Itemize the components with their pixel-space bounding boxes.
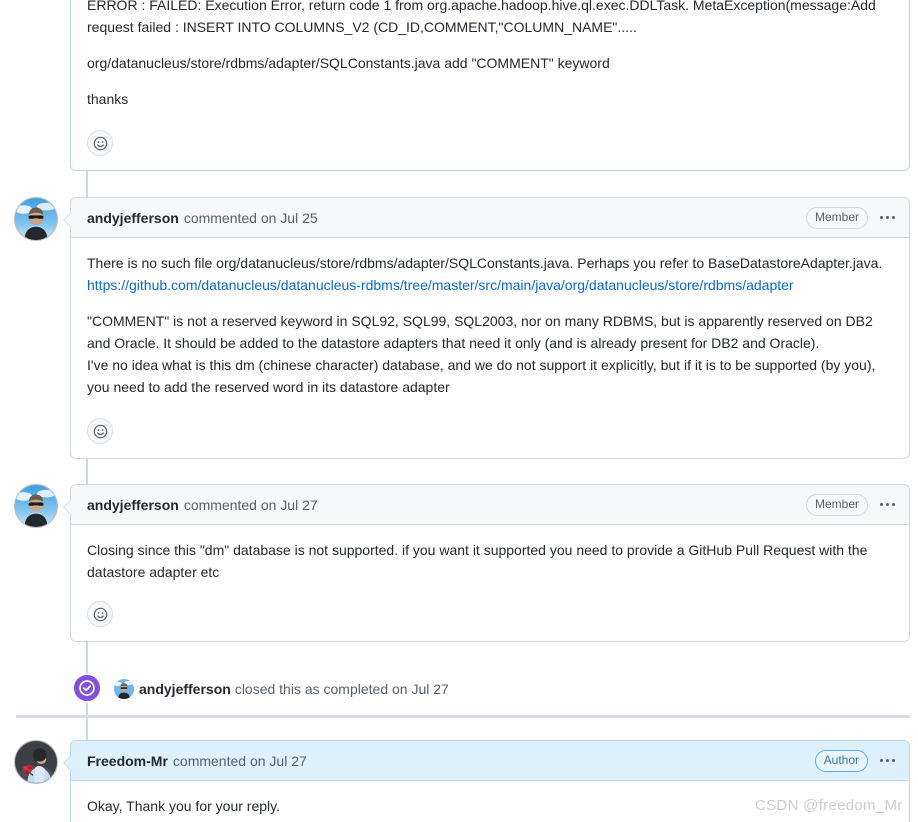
kebab-dot xyxy=(892,759,895,762)
comment-andyjefferson-jul25: andyjefferson commented on Jul 25 Member… xyxy=(14,197,910,459)
more-options-button[interactable] xyxy=(878,214,897,221)
kebab-dot xyxy=(886,503,889,506)
avatar-andyjefferson-icon xyxy=(15,198,57,240)
timeline-rail-4 xyxy=(86,702,88,740)
kebab-dot xyxy=(892,503,895,506)
comment-box: andyjefferson commented on Jul 27 Member… xyxy=(63,484,910,642)
role-badge: Member xyxy=(805,493,868,516)
comment-paragraph: "COMMENT" is not a reserved keyword in S… xyxy=(87,313,873,351)
comment-truncated-top: ERROR : FAILED: Execution Error, return … xyxy=(70,0,910,171)
comment-body: ERROR : FAILED: Execution Error, return … xyxy=(71,0,909,110)
comment-author[interactable]: andyjefferson xyxy=(87,497,179,513)
comment-author[interactable]: andyjefferson xyxy=(87,210,179,226)
comment-header: andyjefferson commented on Jul 27 Member xyxy=(71,485,909,525)
comment-paragraph: I've no idea what is this dm (chinese ch… xyxy=(87,357,876,395)
avatar-andyjefferson-icon xyxy=(15,485,57,527)
external-link[interactable]: https://github.com/datanucleus/datanucle… xyxy=(87,277,794,293)
smiley-icon xyxy=(93,424,107,438)
comment-paragraph-text: There is no such file org/datanucleus/st… xyxy=(87,255,883,271)
issue-closed-completed-icon xyxy=(79,680,95,696)
comment-paragraph: https://github.com/datanucleus/datanucle… xyxy=(87,274,893,296)
more-options-button[interactable] xyxy=(878,501,897,508)
timeline-rail-3 xyxy=(86,637,88,673)
comment-box: andyjefferson commented on Jul 25 Member… xyxy=(63,197,910,459)
kebab-dot xyxy=(886,759,889,762)
closed-event-icon-wrap xyxy=(72,673,102,703)
kebab-dot xyxy=(886,216,889,219)
add-reaction-button[interactable] xyxy=(87,601,113,627)
add-reaction-button[interactable] xyxy=(87,130,113,156)
avatar[interactable] xyxy=(14,484,58,528)
avatar[interactable] xyxy=(14,197,58,241)
avatar-freedom-mr-icon xyxy=(15,741,57,783)
reactions-bar xyxy=(71,124,909,170)
comment-paragraph: There is no such file org/datanucleus/st… xyxy=(87,252,893,274)
comment-andyjefferson-jul27: andyjefferson commented on Jul 27 Member… xyxy=(14,484,910,642)
closed-event-label: closed this as completed on Jul 27 xyxy=(234,681,449,697)
comment-timestamp: commented on Jul 25 xyxy=(183,209,318,226)
kebab-dot xyxy=(880,216,883,219)
comment-body: Closing since this "dm" database is not … xyxy=(71,525,909,583)
issue-timeline: ERROR : FAILED: Execution Error, return … xyxy=(0,0,918,822)
smiley-icon xyxy=(93,136,107,150)
comment-paragraph: org/datanucleus/store/rdbms/adapter/SQLC… xyxy=(87,55,610,71)
comment-timestamp: commented on Jul 27 xyxy=(183,496,318,513)
role-badge: Author xyxy=(814,749,868,772)
add-reaction-button[interactable] xyxy=(87,418,113,444)
comment-header: Freedom-Mr commented on Jul 27 Author xyxy=(71,741,909,781)
reactions-bar xyxy=(71,412,909,458)
role-badge: Member xyxy=(805,206,868,229)
comment-paragraph: ERROR : FAILED: Execution Error, return … xyxy=(87,0,876,35)
kebab-dot xyxy=(892,216,895,219)
comment-paragraph: Closing since this "dm" database is not … xyxy=(87,542,868,580)
more-options-button[interactable] xyxy=(878,757,897,764)
kebab-dot xyxy=(880,503,883,506)
avatar[interactable] xyxy=(14,740,58,784)
comment-body: There is no such file org/datanucleus/st… xyxy=(71,238,909,398)
avatar[interactable] xyxy=(114,679,134,699)
kebab-dot xyxy=(880,759,883,762)
csdn-watermark: CSDN @freedom_Mr xyxy=(755,797,903,814)
comment-author[interactable]: Freedom-Mr xyxy=(87,753,168,769)
avatar-andyjefferson-icon xyxy=(114,679,134,699)
comment-header: andyjefferson commented on Jul 25 Member xyxy=(71,198,909,238)
smiley-icon xyxy=(93,607,107,621)
comment-timestamp: commented on Jul 27 xyxy=(172,752,307,769)
comment-paragraph: thanks xyxy=(87,91,129,107)
timeline-divider xyxy=(16,715,910,718)
closed-event-actor[interactable]: andyjefferson xyxy=(139,681,231,697)
closed-event-text: andyjefferson closed this as completed o… xyxy=(114,679,449,699)
reactions-bar xyxy=(71,583,909,641)
comment-box: ERROR : FAILED: Execution Error, return … xyxy=(70,0,910,171)
